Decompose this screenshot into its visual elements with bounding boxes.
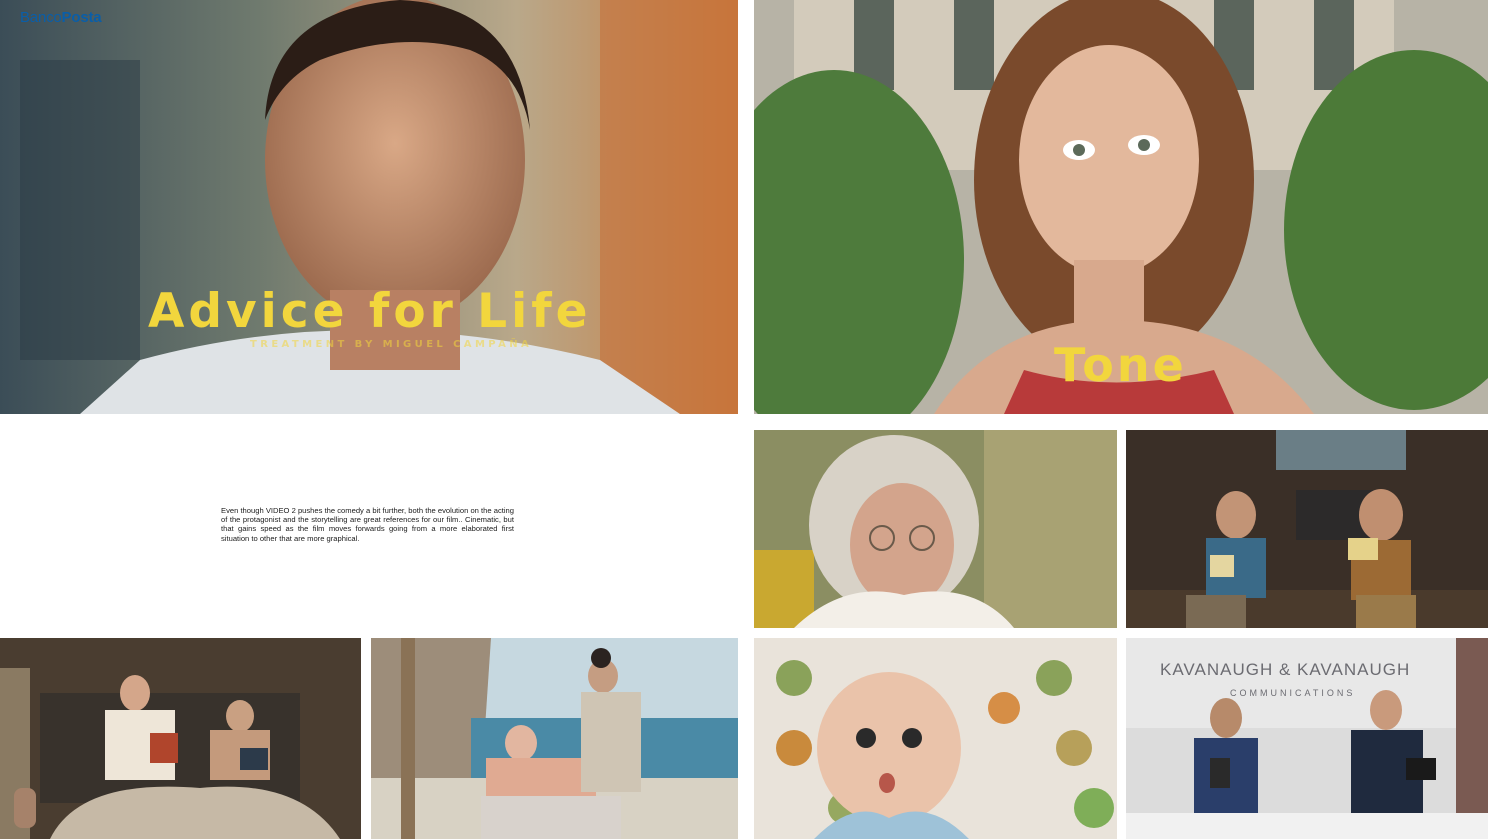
office-sign: KAVANAUGH & KAVANAUGH xyxy=(1160,660,1411,679)
still-beach-massage xyxy=(371,638,738,839)
hero-subtitle: TREATMENT BY MIGUEL CAMPAÑA xyxy=(250,339,533,350)
treatment-description: Even though VIDEO 2 pushes the comedy a … xyxy=(221,506,514,543)
tone-still-woman: Tone xyxy=(754,0,1488,414)
hero-title: Advice for Life xyxy=(148,284,592,339)
tone-title: Tone xyxy=(1054,338,1187,392)
hero-still-man: BancoPosta Advice for Life TREATMENT BY … xyxy=(0,0,738,414)
still-office-meeting: KAVANAUGH & KAVANAUGH COMMUNICATIONS xyxy=(1126,638,1488,839)
bancoposta-logo: BancoPosta xyxy=(20,9,102,26)
still-grandmother xyxy=(754,430,1117,628)
office-sign-sub: COMMUNICATIONS xyxy=(1230,688,1356,698)
still-two-boys xyxy=(1126,430,1488,628)
still-baby-highchair xyxy=(754,638,1117,839)
still-couple-in-bed xyxy=(0,638,361,839)
